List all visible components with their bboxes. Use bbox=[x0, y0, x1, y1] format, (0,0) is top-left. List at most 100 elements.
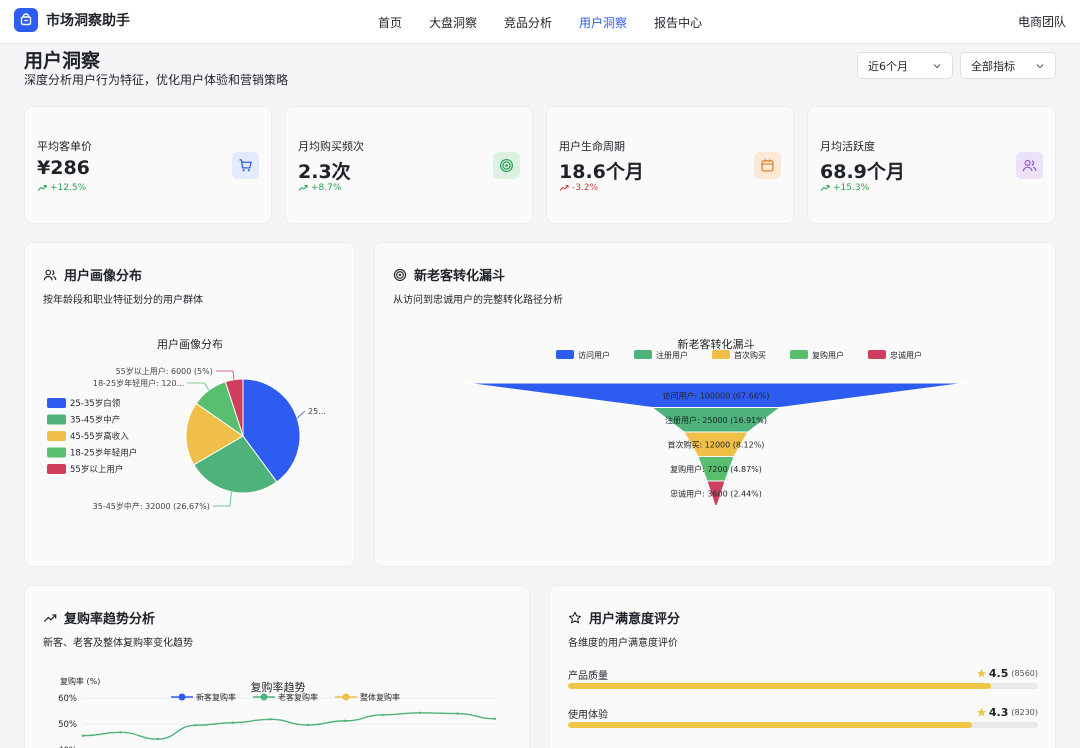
star-icon bbox=[977, 708, 986, 717]
nav-competitor[interactable]: 竞品分析 bbox=[504, 14, 552, 31]
legend-label[interactable]: 首次购买 bbox=[734, 350, 766, 360]
pie-label-line bbox=[187, 382, 210, 391]
legend-swatch bbox=[47, 447, 66, 458]
data-point[interactable] bbox=[119, 731, 122, 734]
data-point[interactable] bbox=[156, 737, 160, 741]
panel-title: 用户画像分布 bbox=[43, 265, 142, 284]
data-point[interactable] bbox=[306, 723, 309, 727]
nav-home[interactable]: 首页 bbox=[378, 14, 402, 31]
trend-up-icon bbox=[298, 185, 308, 191]
data-point[interactable] bbox=[343, 719, 347, 723]
legend-label[interactable]: 注册用户 bbox=[656, 350, 688, 360]
legend-swatch bbox=[47, 464, 66, 474]
series-line bbox=[82, 712, 496, 740]
legend-label[interactable]: 45-55岁高收入 bbox=[70, 431, 129, 442]
legend-label[interactable]: 55岁以上用户 bbox=[70, 464, 123, 475]
data-point[interactable] bbox=[418, 711, 422, 715]
period-select[interactable]: 近6个月 bbox=[857, 52, 953, 79]
cart-icon bbox=[232, 152, 259, 179]
legend-label[interactable]: 新客复购率 bbox=[196, 692, 236, 702]
nav-user-insight[interactable]: 用户洞察 bbox=[579, 14, 627, 31]
brand[interactable]: 市场洞察助手 bbox=[14, 8, 130, 32]
target-icon bbox=[493, 152, 520, 179]
data-point[interactable] bbox=[381, 713, 384, 717]
legend-label[interactable]: 访问用户 bbox=[578, 350, 610, 360]
data-point[interactable] bbox=[269, 718, 272, 721]
legend-swatch bbox=[47, 431, 66, 441]
pie-label: 35-45岁中产: 32000 (26.67%) bbox=[93, 501, 210, 511]
team-name[interactable]: 电商团队 bbox=[1018, 13, 1066, 30]
kpi-value: 2.3次 bbox=[298, 161, 351, 183]
kpi-delta: +8.7% bbox=[298, 183, 341, 193]
pie-label-line bbox=[296, 410, 306, 419]
calendar-icon bbox=[754, 152, 781, 179]
legend-label[interactable]: 18-25岁年轻用户 bbox=[70, 448, 137, 459]
kpi-card-frequency: 月均购买频次 2.3次 +8.7% bbox=[285, 106, 533, 224]
funnel-label: 访问用户: 100000 (67.66%) bbox=[662, 390, 769, 400]
legend-swatch bbox=[868, 350, 886, 359]
legend-swatch bbox=[47, 414, 66, 425]
legend-label[interactable]: 忠诚用户 bbox=[890, 350, 922, 360]
nav-market[interactable]: 大盘洞察 bbox=[429, 14, 477, 31]
users-icon bbox=[1016, 152, 1043, 179]
satisfaction-bar bbox=[568, 683, 1038, 689]
trend-icon bbox=[559, 185, 569, 191]
period-select-value: 近6个月 bbox=[868, 59, 908, 73]
app-name: 市场洞察助手 bbox=[46, 13, 130, 29]
y-tick-label: 60% bbox=[58, 694, 77, 704]
chart-title: 复购率趋势 bbox=[251, 680, 306, 694]
legend-marker bbox=[342, 693, 350, 701]
data-point[interactable] bbox=[456, 712, 459, 715]
funnel-panel: 新老客转化漏斗 从访问到忠诚用户的完整转化路径分析 新老客转化漏斗 访问用户 注册… bbox=[374, 242, 1056, 567]
legend-marker bbox=[260, 693, 268, 701]
chart-title: 用户画像分布 bbox=[157, 337, 223, 351]
data-point[interactable] bbox=[194, 724, 197, 727]
nav-reports[interactable]: 报告中心 bbox=[654, 14, 702, 31]
satisfaction-panel: 用户满意度评分 各维度的用户满意度评价 产品质量 4.5 (8560) 使用体验 … bbox=[549, 585, 1056, 748]
funnel-label: 注册用户: 25000 (16.91%) bbox=[665, 415, 767, 425]
persona-panel: 用户画像分布 按年龄段和职业特征划分的用户群体 用户画像分布 25... 35-4… bbox=[24, 242, 355, 567]
page-subtitle: 深度分析用户行为特征，优化用户体验和营销策略 bbox=[24, 73, 289, 87]
trend-up-icon bbox=[37, 185, 47, 191]
satisfaction-score: 4.5 (8560) bbox=[976, 667, 1038, 680]
page-title: 用户洞察 bbox=[24, 50, 101, 72]
star-icon bbox=[977, 669, 986, 678]
pie-label-line bbox=[215, 370, 235, 380]
pie-label: 55岁以上用户: 6000 (5%) bbox=[116, 366, 213, 376]
target-icon bbox=[393, 268, 407, 281]
legend-label[interactable]: 老客复购率 bbox=[278, 692, 318, 702]
kpi-value: ¥286 bbox=[37, 157, 90, 179]
kpi-label: 月均购买频次 bbox=[298, 140, 364, 153]
users-icon bbox=[43, 269, 57, 280]
trend-up-icon bbox=[820, 185, 830, 191]
satisfaction-label: 使用体验 bbox=[568, 710, 608, 721]
chevron-down-icon bbox=[1036, 63, 1044, 68]
panel-title: 复购率趋势分析 bbox=[43, 608, 155, 627]
pie-label: 25... bbox=[308, 407, 326, 416]
persona-pie-chart: 用户画像分布 25... 35-45岁中产: 32000 (26.67%) 18-2… bbox=[47, 337, 326, 511]
data-point[interactable] bbox=[81, 734, 85, 737]
kpi-card-avg-order: 平均客单价 ¥286 +12.5% bbox=[24, 106, 272, 224]
legend-label[interactable]: 整体复购率 bbox=[360, 692, 400, 702]
repurchase-panel: 复购率趋势分析 新客、老客及整体复购率变化趋势 复购率 (%) 复购率趋势 60… bbox=[24, 585, 530, 748]
top-bar: 市场洞察助手 首页 大盘洞察 竞品分析 用户洞察 报告中心 电商团队 bbox=[0, 0, 1080, 44]
repurchase-line-chart: 复购率 (%) 复购率趋势 60%50%40% 新客复购率老客复购率整体复购率 bbox=[58, 676, 497, 748]
funnel-label: 忠诚用户: 3600 (2.44%) bbox=[670, 488, 762, 498]
data-point[interactable] bbox=[493, 717, 497, 720]
star-outline-icon bbox=[568, 611, 582, 623]
panel-subtitle: 新客、老客及整体复购率变化趋势 bbox=[43, 638, 193, 649]
legend-swatch bbox=[790, 350, 808, 359]
satisfaction-label: 产品质量 bbox=[568, 671, 608, 682]
funnel-label: 首次购买: 12000 (8.12%) bbox=[668, 439, 765, 449]
metric-select-value: 全部指标 bbox=[971, 59, 1015, 73]
legend-label[interactable]: 25-35岁白领 bbox=[70, 398, 121, 409]
satisfaction-score: 4.3 (8230) bbox=[976, 706, 1038, 719]
kpi-delta: +12.5% bbox=[37, 183, 86, 193]
legend-label[interactable]: 35-45岁中产 bbox=[70, 415, 120, 426]
metric-select[interactable]: 全部指标 bbox=[960, 52, 1056, 79]
legend-label[interactable]: 复购用户 bbox=[812, 350, 844, 360]
funnel-chart: 新老客转化漏斗 访问用户 注册用户 首次购买 复购用户 忠诚用户 访问用户: 10000… bbox=[465, 337, 967, 506]
data-point[interactable] bbox=[231, 721, 235, 724]
kpi-value: 18.6个月 bbox=[559, 161, 644, 183]
kpi-value: 68.9个月 bbox=[820, 161, 905, 183]
